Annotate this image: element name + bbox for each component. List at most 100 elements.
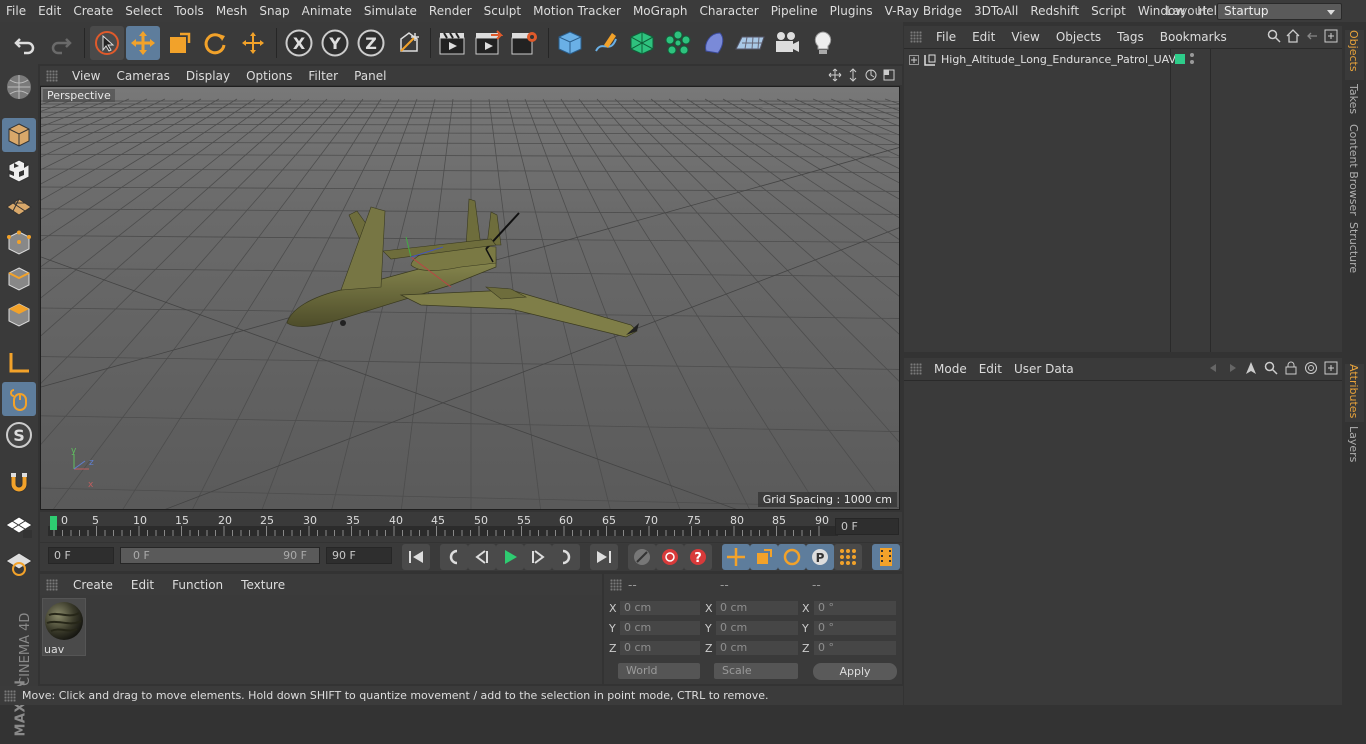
tab-attributes[interactable]: Attributes <box>1345 364 1364 422</box>
key-position-button[interactable] <box>722 544 750 570</box>
maximize-view-icon[interactable] <box>882 68 896 82</box>
menu-render[interactable]: Render <box>423 0 478 22</box>
viewport-menu-panel[interactable]: Panel <box>346 69 394 83</box>
menu-mograph[interactable]: MoGraph <box>627 0 694 22</box>
menu-edit[interactable]: Edit <box>32 0 67 22</box>
go-to-start-button[interactable] <box>402 544 430 570</box>
menu-plugins[interactable]: Plugins <box>824 0 879 22</box>
material-menu-edit[interactable]: Edit <box>122 578 163 592</box>
scale-tool-button[interactable] <box>162 26 196 60</box>
menu-redshift[interactable]: Redshift <box>1024 0 1085 22</box>
size-z-field[interactable]: 0 cm <box>715 640 799 656</box>
previous-key-button[interactable] <box>440 544 468 570</box>
cloner-button[interactable] <box>661 26 695 60</box>
snap-button[interactable] <box>2 466 36 500</box>
lock-icon[interactable] <box>1284 361 1298 375</box>
material-menu-function[interactable]: Function <box>163 578 232 592</box>
tab-structure[interactable]: Structure <box>1345 222 1364 274</box>
menu-file[interactable]: File <box>0 0 32 22</box>
axis-x-lock-button[interactable]: X <box>282 26 316 60</box>
rotation-h-field[interactable]: 0 ° <box>813 600 897 616</box>
render-settings-button[interactable] <box>507 26 541 60</box>
material-menu-texture[interactable]: Texture <box>232 578 294 592</box>
undo-button[interactable] <box>8 26 42 60</box>
move-tool-button[interactable] <box>126 26 160 60</box>
render-picture-viewer-button[interactable] <box>471 26 505 60</box>
timeline-window-button[interactable] <box>872 544 900 570</box>
pan-view-icon[interactable] <box>828 68 842 82</box>
menu-create[interactable]: Create <box>67 0 119 22</box>
transform-tool-button[interactable] <box>236 26 270 60</box>
axis-z-lock-button[interactable]: Z <box>354 26 388 60</box>
panel-grip-icon[interactable] <box>610 579 622 591</box>
polygons-mode-button[interactable] <box>2 298 36 332</box>
next-frame-button[interactable] <box>524 544 552 570</box>
live-selection-button[interactable] <box>90 26 124 60</box>
menu-tools[interactable]: Tools <box>168 0 210 22</box>
tab-objects[interactable]: Objects <box>1345 30 1364 80</box>
tab-content-browser[interactable]: Content Browser <box>1345 124 1364 212</box>
tab-layers[interactable]: Layers <box>1345 426 1364 466</box>
key-rotation-button[interactable] <box>778 544 806 570</box>
current-frame-field[interactable]: 0 F <box>835 518 899 535</box>
tab-takes[interactable]: Takes <box>1345 84 1364 120</box>
next-key-button[interactable] <box>552 544 580 570</box>
object-menu-edit[interactable]: Edit <box>964 30 1003 44</box>
target-icon[interactable] <box>1304 361 1318 375</box>
coordinate-space-select[interactable]: World <box>618 663 700 679</box>
panel-grip-icon[interactable] <box>910 363 922 375</box>
viewport-menu-view[interactable]: View <box>64 69 108 83</box>
object-row[interactable]: High_Altitude_Long_Endurance_Patrol_UAV <box>904 51 1342 69</box>
search-icon[interactable] <box>1267 29 1281 43</box>
play-button[interactable] <box>496 544 524 570</box>
panel-grip-icon[interactable] <box>910 31 922 43</box>
end-frame-field[interactable]: 90 F <box>326 547 392 564</box>
go-to-end-button[interactable] <box>590 544 618 570</box>
attribute-menu-mode[interactable]: Mode <box>928 362 973 376</box>
rotation-b-field[interactable]: 0 ° <box>813 640 897 656</box>
pointer-icon[interactable] <box>1244 361 1258 375</box>
model-mode-button[interactable] <box>2 118 36 152</box>
menu-script[interactable]: Script <box>1085 0 1132 22</box>
menu-3dtoall[interactable]: 3DToAll <box>968 0 1024 22</box>
menu-motion-tracker[interactable]: Motion Tracker <box>527 0 627 22</box>
render-view-button[interactable] <box>435 26 469 60</box>
keyframe-selection-button[interactable]: ? <box>684 544 712 570</box>
previous-frame-button[interactable] <box>468 544 496 570</box>
coordinate-mode-select[interactable]: Scale <box>714 663 798 679</box>
locked-workplane-button[interactable] <box>2 546 36 580</box>
rotate-tool-button[interactable] <box>198 26 232 60</box>
axis-mode-button[interactable] <box>2 346 36 380</box>
new-panel-icon[interactable] <box>1324 29 1338 43</box>
material-swatch[interactable]: uav <box>42 598 86 656</box>
menu-sculpt[interactable]: Sculpt <box>478 0 527 22</box>
history-arrows-icon[interactable] <box>1208 361 1238 375</box>
object-menu-view[interactable]: View <box>1003 30 1047 44</box>
position-y-field[interactable]: 0 cm <box>619 620 701 636</box>
object-menu-file[interactable]: File <box>928 30 964 44</box>
home-icon[interactable] <box>1286 29 1300 43</box>
attribute-menu-user-data[interactable]: User Data <box>1008 362 1080 376</box>
edges-mode-button[interactable] <box>2 262 36 296</box>
light-button[interactable] <box>806 26 840 60</box>
menu-vray-bridge[interactable]: V-Ray Bridge <box>879 0 968 22</box>
size-x-field[interactable]: 0 cm <box>715 600 799 616</box>
object-name[interactable]: High_Altitude_Long_Endurance_Patrol_UAV <box>941 53 1176 66</box>
layout-select[interactable]: Startup <box>1217 3 1342 20</box>
new-panel-icon[interactable] <box>1324 361 1338 375</box>
redo-button[interactable] <box>44 26 78 60</box>
coordinate-system-button[interactable] <box>392 26 426 60</box>
panel-grip-icon[interactable] <box>46 579 58 591</box>
points-mode-button[interactable] <box>2 226 36 260</box>
subdivision-surface-button[interactable] <box>625 26 659 60</box>
tweak-mode-button[interactable] <box>2 382 36 416</box>
search-icon[interactable] <box>1264 361 1278 375</box>
viewport-menu-cameras[interactable]: Cameras <box>108 69 177 83</box>
layer-color-swatch[interactable] <box>1175 54 1185 64</box>
menu-character[interactable]: Character <box>693 0 764 22</box>
timeline[interactable]: 0 5 10 15 20 25 30 35 40 45 50 55 60 65 … <box>40 512 902 542</box>
viewport-menu-filter[interactable]: Filter <box>300 69 346 83</box>
record-active-objects-button[interactable] <box>628 544 656 570</box>
preview-range-slider[interactable]: 0 F 90 F <box>120 547 320 564</box>
floor-button[interactable] <box>733 26 767 60</box>
